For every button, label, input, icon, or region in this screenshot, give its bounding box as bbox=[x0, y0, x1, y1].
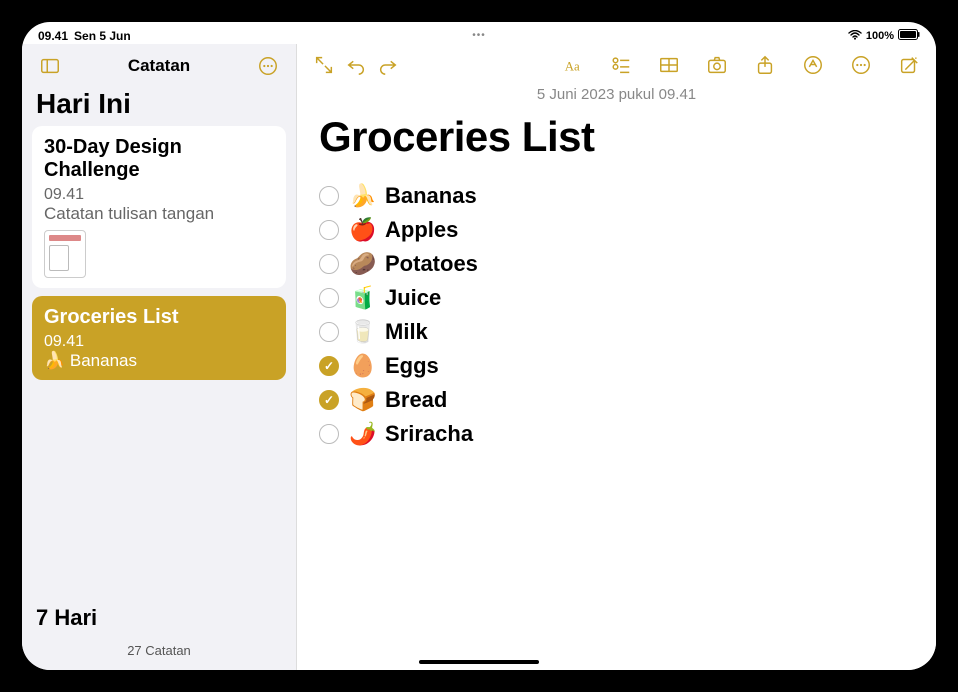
markup-icon[interactable] bbox=[800, 52, 826, 78]
item-text: Sriracha bbox=[385, 421, 473, 447]
note-card-preview: Catatan tulisan tangan bbox=[44, 204, 274, 224]
item-emoji: 🍎 bbox=[349, 217, 375, 243]
note-card[interactable]: Groceries List 09.41🍌 Bananas bbox=[32, 296, 286, 381]
note-card-time: 09.41 bbox=[44, 186, 84, 204]
multitask-dots-icon[interactable]: ••• bbox=[472, 30, 486, 41]
battery-icon bbox=[898, 29, 920, 43]
camera-icon[interactable] bbox=[704, 52, 730, 78]
note-card-time: 09.41 bbox=[44, 333, 84, 351]
check-circle-icon[interactable] bbox=[319, 322, 339, 342]
note-body[interactable]: Groceries List 🍌 Bananas 🍎 Apples 🥔 Potatoes 🧃… bbox=[297, 109, 936, 670]
item-emoji: 🧃 bbox=[349, 285, 375, 311]
home-indicator[interactable] bbox=[419, 660, 539, 664]
sidebar-footer-count: 27 Catatan bbox=[22, 635, 296, 670]
sidebar-toggle-icon[interactable] bbox=[36, 52, 64, 80]
undo-icon[interactable] bbox=[343, 52, 369, 78]
note-card-title: Groceries List bbox=[44, 306, 274, 329]
item-emoji: 🥛 bbox=[349, 319, 375, 345]
check-list: 🍌 Bananas 🍎 Apples 🥔 Potatoes 🧃 Juice 🥛 Milk ✓ 🥚 Egg… bbox=[319, 183, 914, 447]
note-title[interactable]: Groceries List bbox=[319, 113, 914, 161]
expand-icon[interactable] bbox=[311, 52, 337, 78]
check-list-item[interactable]: 🥛 Milk bbox=[319, 319, 914, 345]
table-icon[interactable] bbox=[656, 52, 682, 78]
redo-icon[interactable] bbox=[375, 52, 401, 78]
item-emoji: 🍌 bbox=[349, 183, 375, 209]
share-icon[interactable] bbox=[752, 52, 778, 78]
check-list-item[interactable]: 🥔 Potatoes bbox=[319, 251, 914, 277]
item-text: Bread bbox=[385, 387, 447, 413]
check-circle-icon[interactable] bbox=[319, 424, 339, 444]
compose-icon[interactable] bbox=[896, 52, 922, 78]
note-thumbnail bbox=[44, 230, 86, 278]
check-list-item[interactable]: 🧃 Juice bbox=[319, 285, 914, 311]
section-7days-title: 7 Hari bbox=[22, 601, 296, 635]
note-card[interactable]: 30-Day Design Challenge 09.41Catatan tuli… bbox=[32, 126, 286, 288]
item-emoji: 🥚 bbox=[349, 353, 375, 379]
item-text: Milk bbox=[385, 319, 428, 345]
svg-text:Aa: Aa bbox=[565, 60, 580, 74]
editor-toolbar: Aa bbox=[297, 44, 936, 84]
item-text: Potatoes bbox=[385, 251, 478, 277]
check-circle-icon[interactable] bbox=[319, 186, 339, 206]
item-text: Juice bbox=[385, 285, 441, 311]
editor: Aa bbox=[297, 44, 936, 670]
battery-pct: 100% bbox=[866, 30, 894, 42]
wifi-icon bbox=[848, 30, 862, 43]
status-time: 09.41 bbox=[38, 29, 68, 43]
item-text: Bananas bbox=[385, 183, 477, 209]
note-list: 30-Day Design Challenge09.41Catatan tuli… bbox=[22, 126, 296, 601]
check-list-item[interactable]: ✓ 🥚 Eggs bbox=[319, 353, 914, 379]
status-date: Sen 5 Jun bbox=[74, 29, 131, 43]
more-icon[interactable] bbox=[848, 52, 874, 78]
item-emoji: 🌶️ bbox=[349, 421, 375, 447]
check-list-item[interactable]: ✓ 🍞 Bread bbox=[319, 387, 914, 413]
sidebar-app-title: Catatan bbox=[128, 56, 190, 76]
check-list-item[interactable]: 🌶️ Sriracha bbox=[319, 421, 914, 447]
check-circle-icon[interactable] bbox=[319, 220, 339, 240]
check-circle-icon[interactable]: ✓ bbox=[319, 356, 339, 376]
text-format-icon[interactable]: Aa bbox=[560, 52, 586, 78]
check-list-item[interactable]: 🍌 Bananas bbox=[319, 183, 914, 209]
note-card-preview: 🍌 Bananas bbox=[44, 351, 274, 371]
sidebar: Catatan Hari Ini 30-Day Design Challenge… bbox=[22, 44, 297, 670]
note-date-line: 5 Juni 2023 pukul 09.41 bbox=[297, 84, 936, 109]
check-circle-icon[interactable]: ✓ bbox=[319, 390, 339, 410]
check-circle-icon[interactable] bbox=[319, 254, 339, 274]
section-today-title: Hari Ini bbox=[22, 86, 296, 126]
note-card-title: 30-Day Design Challenge bbox=[44, 136, 274, 182]
item-text: Apples bbox=[385, 217, 458, 243]
check-list-item[interactable]: 🍎 Apples bbox=[319, 217, 914, 243]
sidebar-more-icon[interactable] bbox=[254, 52, 282, 80]
item-emoji: 🍞 bbox=[349, 387, 375, 413]
check-circle-icon[interactable] bbox=[319, 288, 339, 308]
item-text: Eggs bbox=[385, 353, 439, 379]
checklist-icon[interactable] bbox=[608, 52, 634, 78]
item-emoji: 🥔 bbox=[349, 251, 375, 277]
